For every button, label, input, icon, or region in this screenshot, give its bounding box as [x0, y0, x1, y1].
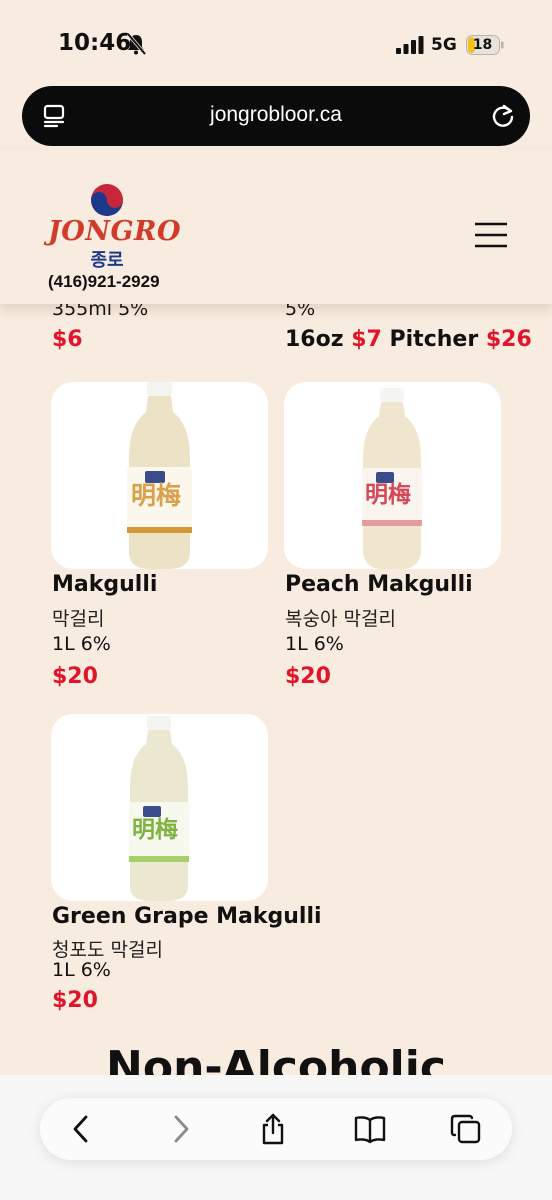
share-icon[interactable]	[257, 1113, 289, 1145]
phone-number[interactable]: (416)921-2929	[48, 272, 160, 292]
logo-korean-text[interactable]: 종로	[48, 246, 166, 272]
product-volume: 1L 6%	[52, 633, 111, 655]
browser-toolbar	[40, 1098, 512, 1160]
bottle-image: 明梅	[362, 388, 422, 569]
bottle-image: 明梅	[129, 716, 189, 901]
product-name: Peach Makgulli	[285, 572, 473, 597]
menu-icon[interactable]	[474, 222, 508, 248]
product-name: Green Grape Makgulli	[52, 904, 322, 929]
svg-text:明梅: 明梅	[131, 481, 181, 510]
product-volume: 1L 6%	[52, 959, 111, 981]
back-icon[interactable]	[66, 1113, 98, 1145]
product-image-makgulli[interactable]: 明梅	[51, 382, 268, 569]
site-header: JONGRO 종로 (416)921-2929	[0, 150, 552, 304]
bottle-image: 明梅	[127, 382, 192, 569]
forward-icon[interactable]	[164, 1113, 196, 1145]
logo-text[interactable]: JONGRO	[48, 216, 181, 247]
taegeuk-logo-icon[interactable]	[90, 183, 124, 217]
product-price: $20	[52, 664, 98, 689]
product-price: $6	[52, 327, 83, 352]
product-image-peach-makgulli[interactable]: 明梅	[284, 382, 501, 569]
svg-text:明梅: 明梅	[132, 816, 178, 843]
product-korean-name: 복숭아 막걸리	[285, 608, 396, 630]
pitcher-label: Pitcher	[389, 327, 479, 352]
product-image-green-grape-makgulli[interactable]: 明梅	[51, 714, 268, 901]
tabs-overview-icon[interactable]	[450, 1113, 482, 1145]
pitcher-price: $26	[485, 327, 532, 352]
section-heading: Non-Alcoholic	[106, 1042, 446, 1075]
product-name: Makgulli	[52, 572, 158, 597]
product-korean-name: 막걸리	[52, 608, 105, 630]
product-volume: 1L 6%	[285, 633, 344, 655]
size-label: 16oz	[285, 327, 344, 352]
size-price: $7	[351, 327, 382, 352]
product-price: $20	[52, 988, 98, 1013]
product-price: $20	[285, 664, 331, 689]
product-korean-name: 청포도 막걸리	[52, 939, 163, 961]
product-size-prices: 16oz $7 Pitcher $26	[285, 327, 532, 352]
svg-text:明梅: 明梅	[365, 481, 411, 508]
bookmarks-icon[interactable]	[354, 1113, 386, 1145]
